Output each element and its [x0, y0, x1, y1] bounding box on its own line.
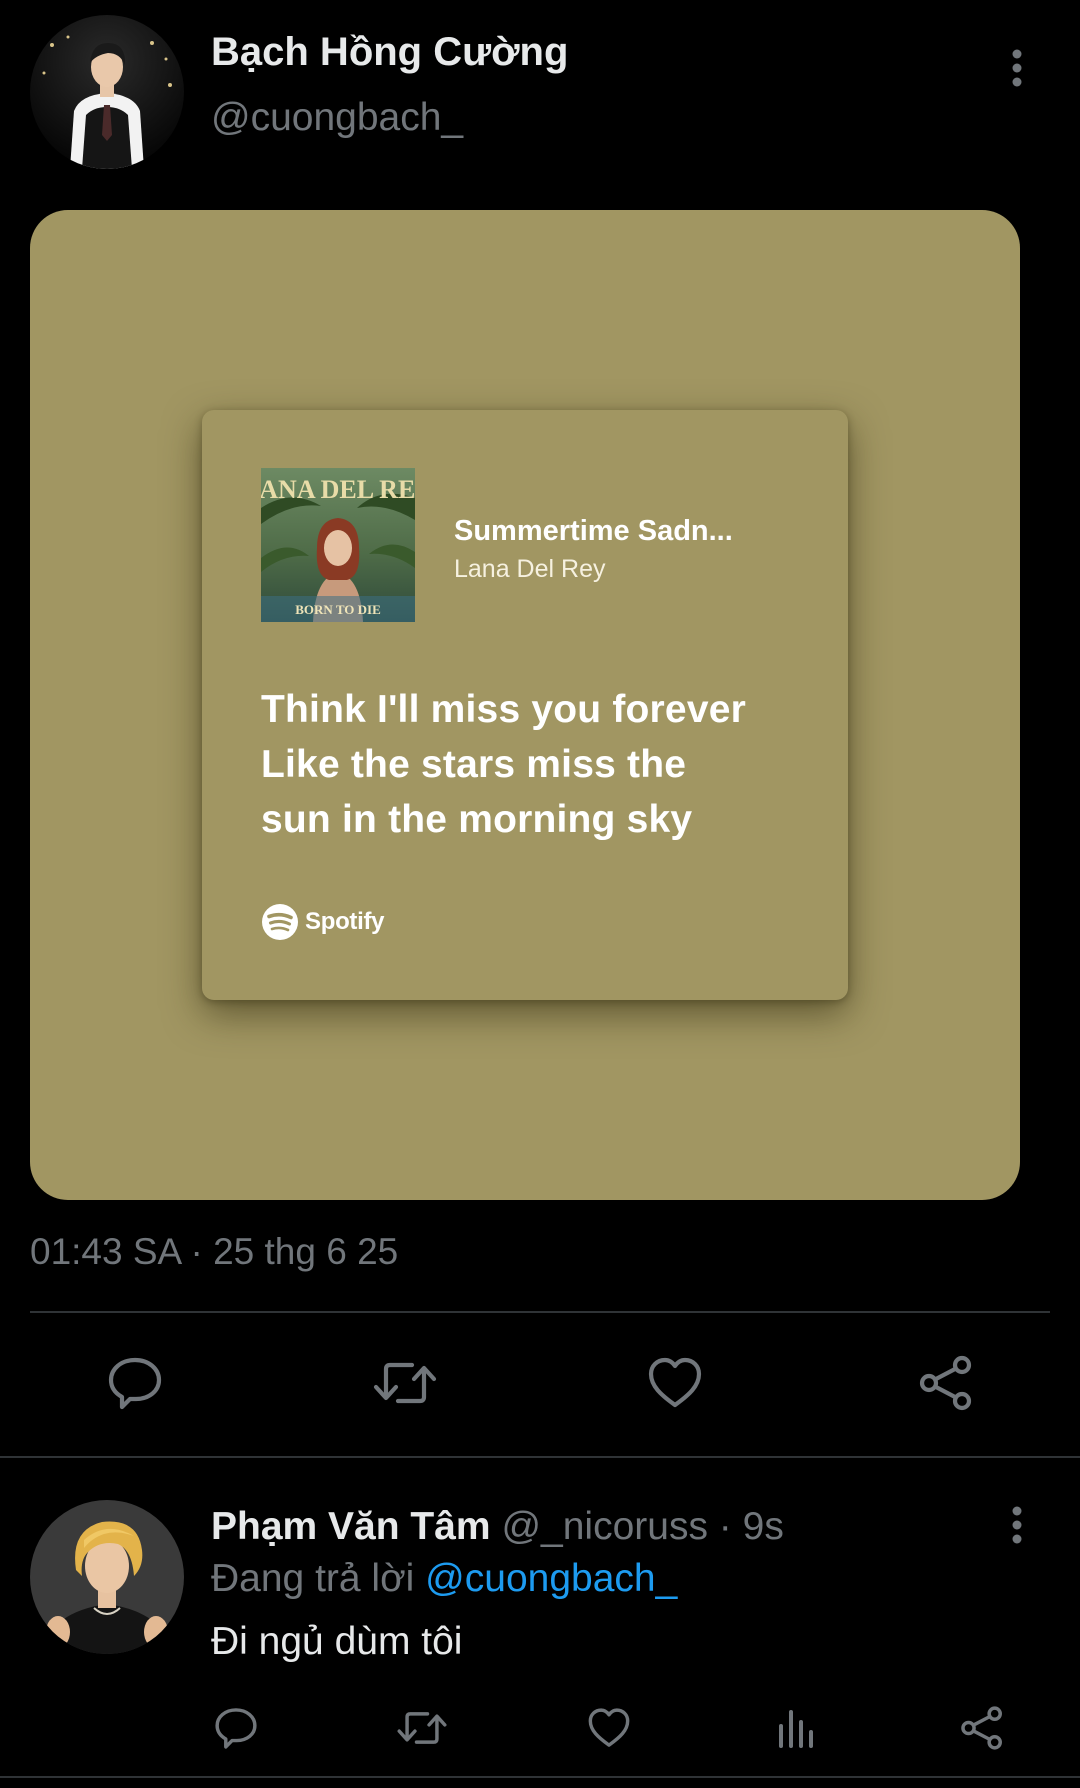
reply-retweet-button[interactable] — [392, 1700, 452, 1756]
share-icon — [961, 1706, 1002, 1750]
replying-to-handle[interactable]: @cuongbach_ — [425, 1557, 677, 1600]
album-art: LANA DEL REY BORN TO DIE — [261, 468, 415, 622]
author-handle[interactable]: @cuongbach_ — [211, 96, 463, 140]
like-icon — [648, 1357, 702, 1408]
reply-icon — [215, 1708, 257, 1749]
lyric-line-1: Think I'll miss you forever — [261, 688, 746, 731]
tweet-timestamp[interactable]: 01:43 SA · 25 thg 6 25 — [30, 1231, 398, 1273]
replying-to: Đang trả lời @cuongbach_ — [211, 1557, 677, 1601]
retweet-icon — [397, 1712, 447, 1744]
reply-author-display-name[interactable]: Phạm Văn Tâm — [211, 1505, 491, 1548]
reply-author-avatar[interactable] — [30, 1500, 184, 1654]
divider — [30, 1311, 1050, 1313]
author-avatar-image — [30, 15, 184, 169]
more-options-button[interactable] — [997, 43, 1037, 93]
views-icon — [779, 1710, 813, 1748]
replying-to-label: Đang trả lời — [211, 1557, 415, 1600]
lyric-line-3: sun in the morning sky — [261, 798, 693, 841]
reply-like-button[interactable] — [579, 1700, 639, 1756]
more-vertical-icon — [1012, 49, 1022, 87]
album-title-text: LANA DEL REY — [261, 475, 415, 504]
author-display-name[interactable]: Bạch Hồng Cường — [211, 30, 568, 75]
lyric-line-2: Like the stars miss the — [261, 743, 687, 786]
tweet-media[interactable]: LANA DEL REY BORN TO DIE Summertime Sadn… — [30, 210, 1020, 1200]
retweet-button[interactable] — [365, 1350, 445, 1416]
share-button[interactable] — [906, 1350, 986, 1416]
reply-share-button[interactable] — [952, 1700, 1012, 1756]
spotify-logo: Spotify — [261, 903, 385, 941]
reply-time[interactable]: 9s — [743, 1505, 784, 1548]
divider — [0, 1456, 1080, 1458]
reply-views-button[interactable] — [766, 1700, 826, 1756]
reply-text: Đi ngủ dùm tôi — [211, 1620, 463, 1663]
reply-header: Phạm Văn Tâm @_nicoruss · 9s — [211, 1505, 784, 1549]
reply-button[interactable] — [95, 1350, 175, 1416]
album-subtitle-text: BORN TO DIE — [295, 602, 381, 617]
spotify-icon — [262, 904, 298, 940]
retweet-icon — [373, 1362, 437, 1404]
song-title: Summertime Sadn... — [454, 515, 733, 547]
like-icon — [588, 1708, 630, 1747]
lyrics-card: LANA DEL REY BORN TO DIE Summertime Sadn… — [202, 410, 848, 1000]
reply-reply-button[interactable] — [206, 1700, 266, 1756]
spotify-wordmark: Spotify — [305, 908, 385, 935]
reply-time-separator: · — [718, 1505, 732, 1548]
share-icon — [919, 1355, 972, 1411]
more-vertical-icon — [1012, 1506, 1022, 1544]
author-avatar[interactable] — [30, 15, 184, 169]
reply-more-options-button[interactable] — [997, 1500, 1037, 1550]
reply-author-avatar-image — [30, 1500, 184, 1654]
reply-author-handle[interactable]: @_nicoruss — [501, 1505, 708, 1548]
like-button[interactable] — [635, 1350, 715, 1416]
song-artist: Lana Del Rey — [454, 555, 606, 583]
divider — [0, 1776, 1080, 1778]
reply-icon — [108, 1357, 162, 1410]
